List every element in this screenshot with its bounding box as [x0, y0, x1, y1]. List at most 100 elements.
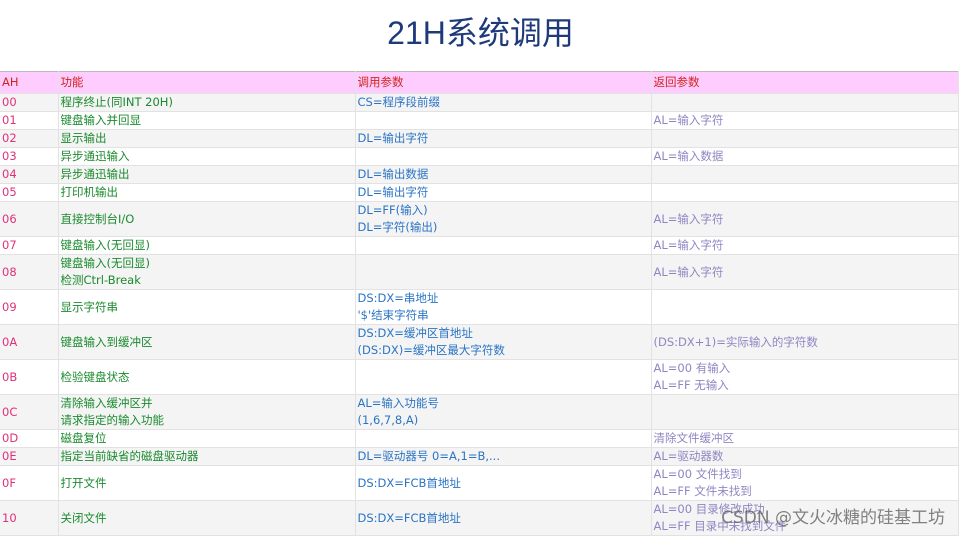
cell-params	[355, 429, 652, 448]
cell-returns: AL=输入字符	[651, 236, 959, 255]
cell-params	[355, 359, 652, 395]
cell-ah: 10	[0, 500, 59, 536]
cell-function: 指定当前缺省的磁盘驱动器	[58, 447, 356, 466]
cell-returns: (DS:DX+1)=实际输入的字符数	[651, 324, 959, 360]
cell-line: DL=字符(输出)	[357, 220, 438, 234]
cell-line: DS:DX=FCB首地址	[357, 475, 461, 490]
table-row: 03 异步通迅输入 AL=输入数据	[0, 147, 959, 166]
cell-line: (DS:DX+1)=实际输入的字符数	[653, 334, 818, 349]
cell-line: AL=输入字符	[653, 211, 724, 226]
cell-function: 异步通迅输入	[58, 147, 356, 166]
cell-line: 检测Ctrl-Break	[60, 273, 141, 287]
cell-line: DS:DX=FCB首地址	[357, 510, 461, 525]
cell-line: AL=输入字符	[653, 264, 724, 279]
cell-params: DS:DX=串地址 '$'结束字符串	[355, 289, 652, 325]
cell-line: DL=FF(输入)	[357, 203, 428, 217]
page-title: 21H系统调用	[387, 15, 574, 51]
cell-line: 键盘输入(无回显)	[60, 256, 150, 270]
cell-ah: 08	[0, 254, 59, 290]
table-row: 0E 指定当前缺省的磁盘驱动器 DL=驱动器号 0=A,1=B,... AL=驱动器数	[0, 447, 959, 466]
cell-line: CS=程序段前缀	[357, 95, 440, 109]
cell-ah: 09	[0, 289, 59, 325]
cell-params: DL=输出数据	[355, 165, 652, 184]
cell-ah: 0A	[0, 324, 59, 360]
cell-line: AL=FF 无输入	[653, 378, 729, 392]
cell-function: 程序终止(同INT 20H)	[58, 93, 356, 112]
cell-ah: 0C	[0, 394, 59, 430]
table-row: 08 键盘输入(无回显) 检测Ctrl-Break AL=输入字符	[0, 254, 959, 290]
cell-function: 显示字符串	[58, 289, 356, 325]
table-row: 04 异步通迅输出 DL=输出数据	[0, 165, 959, 184]
cell-ah: 07	[0, 236, 59, 255]
cell-function: 清除输入缓冲区并 请求指定的输入功能	[58, 394, 356, 430]
cell-function: 键盘输入到缓冲区	[58, 324, 356, 360]
cell-params	[355, 254, 652, 290]
cell-params: DL=驱动器号 0=A,1=B,...	[355, 447, 652, 466]
cell-params: AL=输入功能号 (1,6,7,8,A)	[355, 394, 652, 430]
cell-returns	[651, 289, 959, 325]
cell-line: (1,6,7,8,A)	[357, 413, 419, 427]
cell-function: 检验键盘状态	[58, 359, 356, 395]
cell-line: 异步通迅输出	[60, 167, 130, 181]
cell-line: AL=输入数据	[653, 149, 724, 163]
cell-line: AL=FF 文件未找到	[653, 484, 752, 498]
cell-line: 键盘输入(无回显)	[60, 238, 150, 252]
cell-ah: 03	[0, 147, 59, 166]
cell-line: 磁盘复位	[60, 431, 107, 445]
cell-line: 打开文件	[60, 475, 107, 490]
syscall-table: AH 功能 调用参数 返回参数 00 程序终止(同INT 20H) CS=程序段前缀…	[0, 71, 959, 536]
cell-ah: 05	[0, 183, 59, 202]
cell-line: DL=输出字符	[357, 131, 429, 145]
cell-line: AL=输入功能号	[357, 396, 439, 410]
cell-line: 显示输出	[60, 131, 107, 145]
cell-line: 打印机输出	[60, 185, 119, 199]
table-row: 0A 键盘输入到缓冲区 DS:DX=缓冲区首地址 (DS:DX)=缓冲区最大字符数 (D…	[0, 324, 959, 360]
cell-params: DS:DX=缓冲区首地址 (DS:DX)=缓冲区最大字符数	[355, 324, 652, 360]
cell-params: CS=程序段前缀	[355, 93, 652, 112]
cell-line: AL=00 文件找到	[653, 467, 742, 481]
cell-line: (DS:DX)=缓冲区最大字符数	[357, 343, 505, 357]
cell-ah: 0E	[0, 447, 59, 466]
cell-line: 清除文件缓冲区	[653, 431, 735, 445]
syscall-table-container: AH 功能 调用参数 返回参数 00 程序终止(同INT 20H) CS=程序段前缀…	[0, 71, 961, 536]
cell-ah: 0F	[0, 465, 59, 501]
cell-function: 键盘输入(无回显) 检测Ctrl-Break	[58, 254, 356, 290]
table-row: 07 键盘输入(无回显) AL=输入字符	[0, 236, 959, 255]
cell-function: 异步通迅输出	[58, 165, 356, 184]
cell-line: 指定当前缺省的磁盘驱动器	[60, 449, 199, 463]
table-body: 00 程序终止(同INT 20H) CS=程序段前缀 01 键盘输入并回显 AL=输入字符…	[0, 93, 959, 536]
table-row: 0D 磁盘复位 清除文件缓冲区	[0, 429, 959, 448]
cell-line: AL=输入字符	[653, 113, 724, 127]
cell-ah: 02	[0, 129, 59, 148]
cell-function: 打开文件	[58, 465, 356, 501]
cell-function: 键盘输入(无回显)	[58, 236, 356, 255]
cell-function: 键盘输入并回显	[58, 111, 356, 130]
cell-line: DL=驱动器号 0=A,1=B,...	[357, 449, 501, 463]
table-row: 09 显示字符串 DS:DX=串地址 '$'结束字符串	[0, 289, 959, 325]
cell-function: 打印机输出	[58, 183, 356, 202]
cell-line: 请求指定的输入功能	[60, 413, 165, 427]
cell-params	[355, 111, 652, 130]
table-row: 02 显示输出 DL=输出字符	[0, 129, 959, 148]
cell-function: 直接控制台I/O	[58, 201, 356, 237]
cell-line: 直接控制台I/O	[60, 211, 135, 226]
cell-returns: AL=00 有输入 AL=FF 无输入	[651, 359, 959, 395]
cell-ah: 01	[0, 111, 59, 130]
cell-ah: 0B	[0, 359, 59, 395]
cell-params: DS:DX=FCB首地址	[355, 465, 652, 501]
cell-line: DS:DX=串地址	[357, 291, 439, 305]
cell-returns: 清除文件缓冲区	[651, 429, 959, 448]
table-header-row: AH 功能 调用参数 返回参数	[0, 71, 959, 94]
table-row: 01 键盘输入并回显 AL=输入字符	[0, 111, 959, 130]
cell-line: AL=00 有输入	[653, 361, 731, 375]
cell-line: 显示字符串	[60, 299, 119, 314]
cell-params: DL=输出字符	[355, 129, 652, 148]
cell-line: 程序终止(同INT 20H)	[60, 95, 173, 109]
cell-returns: AL=输入字符	[651, 111, 959, 130]
table-row: 0B 检验键盘状态 AL=00 有输入 AL=FF 无输入	[0, 359, 959, 395]
table-row: 0C 清除输入缓冲区并 请求指定的输入功能 AL=输入功能号 (1,6,7,8,A)	[0, 394, 959, 430]
cell-returns: AL=输入字符	[651, 254, 959, 290]
cell-line: 异步通迅输入	[60, 149, 130, 163]
cell-line: DL=输出数据	[357, 167, 429, 181]
table-row: 05 打印机输出 DL=输出字符	[0, 183, 959, 202]
